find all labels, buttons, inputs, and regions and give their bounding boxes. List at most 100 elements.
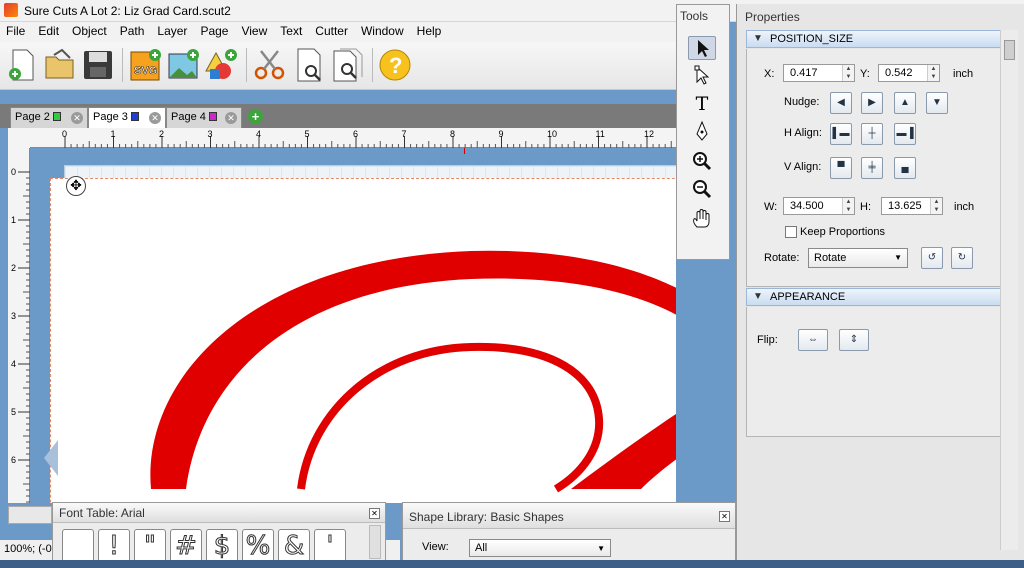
- properties-scrollbar[interactable]: [1000, 30, 1018, 550]
- menu-edit[interactable]: Edit: [32, 22, 66, 38]
- glyph-cell[interactable]: ": [134, 529, 166, 563]
- move-handle-icon[interactable]: ✥: [66, 176, 86, 196]
- rotate-left-button[interactable]: ↺: [921, 247, 943, 269]
- scroll-thumb[interactable]: [1004, 40, 1015, 60]
- collapse-triangle-icon: ▼: [753, 33, 763, 44]
- glyph-cell[interactable]: #: [170, 529, 202, 563]
- align-right-button[interactable]: ▬▐: [894, 123, 916, 145]
- glyph-cell[interactable]: &: [278, 529, 310, 563]
- app-icon: [4, 3, 18, 17]
- view-select[interactable]: All ▼: [469, 539, 611, 557]
- align-top-button[interactable]: ▀: [830, 157, 852, 179]
- align-center-h-button[interactable]: ┼: [861, 123, 883, 145]
- tab-page-3[interactable]: Page 3 ✕: [88, 107, 166, 128]
- x-label: X:: [764, 68, 775, 80]
- nudge-right-button[interactable]: ▶: [861, 92, 883, 114]
- flip-horizontal-button[interactable]: ⇔: [798, 329, 828, 351]
- close-icon[interactable]: ✕: [71, 112, 83, 124]
- x-field[interactable]: 0.417 ▲ ▼: [783, 64, 855, 82]
- close-icon[interactable]: ✕: [225, 112, 237, 124]
- chevron-down-icon: ▼: [597, 544, 605, 553]
- tab-page-4[interactable]: Page 4 ✕: [166, 107, 242, 128]
- menu-cutter[interactable]: Cutter: [309, 22, 355, 38]
- height-field[interactable]: 13.625 ▲ ▼: [881, 197, 943, 215]
- import-svg-icon[interactable]: SVG: [128, 47, 164, 83]
- rotate-select[interactable]: Rotate ▼: [808, 248, 908, 268]
- canvas-area[interactable]: [30, 148, 676, 503]
- zoom-out-icon[interactable]: [688, 178, 716, 202]
- nudge-label: Nudge:: [784, 96, 820, 108]
- zoom-in-icon[interactable]: [688, 150, 716, 174]
- cut-icon[interactable]: [252, 47, 288, 83]
- import-image-icon[interactable]: [166, 47, 202, 83]
- menu-object[interactable]: Object: [66, 22, 114, 38]
- ruler-label: 2: [11, 263, 16, 273]
- text-tool-icon[interactable]: T: [688, 92, 716, 116]
- select-tool-icon[interactable]: [688, 36, 716, 60]
- horizontal-scrollbar[interactable]: [8, 506, 52, 524]
- menu-view[interactable]: View: [235, 22, 274, 38]
- glyph-cell[interactable]: $: [206, 529, 238, 563]
- menu-path[interactable]: Path: [114, 22, 152, 38]
- design-artwork[interactable]: [51, 179, 676, 503]
- align-center-v-button[interactable]: ╪: [861, 157, 883, 179]
- pen-tool-icon[interactable]: [688, 120, 716, 144]
- nudge-up-button[interactable]: ▲: [894, 92, 916, 114]
- menu-page[interactable]: Page: [194, 22, 235, 38]
- new-document-icon[interactable]: [4, 47, 40, 83]
- close-icon[interactable]: ✕: [369, 508, 380, 519]
- align-left-button[interactable]: ▌▬: [830, 123, 852, 145]
- add-shape-icon[interactable]: [204, 47, 240, 83]
- font-table-scrollbar[interactable]: [369, 525, 381, 559]
- flip-vertical-button[interactable]: ⇕: [839, 329, 869, 351]
- open-icon[interactable]: [42, 47, 78, 83]
- collapse-panel-icon[interactable]: [44, 440, 58, 476]
- menu-window[interactable]: Window: [355, 22, 411, 38]
- menu-file[interactable]: File: [0, 22, 32, 38]
- pan-hand-icon[interactable]: [688, 208, 716, 232]
- h-label: H:: [860, 201, 871, 213]
- ruler-label: 1: [111, 129, 116, 139]
- width-field[interactable]: 34.500 ▲ ▼: [783, 197, 855, 215]
- glyph-cell[interactable]: !: [98, 529, 130, 563]
- nudge-down-button[interactable]: ▼: [926, 92, 948, 114]
- glyph-cell[interactable]: [62, 529, 94, 563]
- glyph-cell[interactable]: ': [314, 529, 346, 563]
- print-preview-icon[interactable]: [330, 47, 366, 83]
- add-tab-icon[interactable]: +: [248, 109, 263, 124]
- flip-label: Flip:: [757, 334, 778, 346]
- window-title: Sure Cuts A Lot 2: Liz Grad Card.scut2: [24, 4, 231, 18]
- position-size-section: X: 0.417 ▲ ▼ Y: 0.542 ▲ ▼ inch Nudge: ◀ ▶ ▲ …: [746, 49, 1009, 287]
- close-icon[interactable]: ✕: [719, 511, 730, 522]
- vertical-ruler[interactable]: 0 1 2 3 4 5 6: [8, 148, 30, 503]
- font-table-title: Font Table: Arial: [53, 503, 385, 523]
- os-taskbar: [0, 560, 1024, 568]
- spinner-arrows-icon: ▲ ▼: [842, 198, 854, 214]
- tab-color-swatch: [52, 112, 61, 121]
- tab-label: Page 2: [15, 111, 50, 123]
- ruler-corner: [8, 128, 30, 148]
- appearance-header[interactable]: ▼ APPEARANCE: [746, 288, 1009, 306]
- keep-proportions-checkbox[interactable]: [785, 226, 797, 238]
- w-label: W:: [764, 201, 778, 213]
- menu-text[interactable]: Text: [274, 22, 309, 38]
- help-icon[interactable]: ?: [378, 47, 414, 83]
- nudge-left-button[interactable]: ◀: [830, 92, 852, 114]
- preview-icon[interactable]: [292, 47, 328, 83]
- font-table-panel: Font Table: Arial ✕ ! " # $ % & ': [52, 502, 386, 563]
- align-bottom-button[interactable]: ▄: [894, 157, 916, 179]
- menu-help[interactable]: Help: [411, 22, 449, 38]
- close-icon[interactable]: ✕: [149, 112, 161, 124]
- rotate-right-button[interactable]: ↻: [951, 247, 973, 269]
- position-size-header[interactable]: ▼ POSITION_SIZE: [746, 30, 1009, 48]
- menu-layer[interactable]: Layer: [151, 22, 194, 38]
- spinner-arrows-icon: ▲ ▼: [930, 198, 942, 214]
- ruler-label: 10: [547, 129, 557, 139]
- node-edit-tool-icon[interactable]: [688, 64, 716, 88]
- horizontal-ruler[interactable]: 0 1 2 3 4 5 6 7 8 9 10 11 12: [30, 128, 690, 148]
- tab-page-2[interactable]: Page 2 ✕: [10, 107, 88, 128]
- save-icon[interactable]: [80, 47, 116, 83]
- y-field[interactable]: 0.542 ▲ ▼: [878, 64, 940, 82]
- svg-text:?: ?: [389, 53, 402, 78]
- glyph-cell[interactable]: %: [242, 529, 274, 563]
